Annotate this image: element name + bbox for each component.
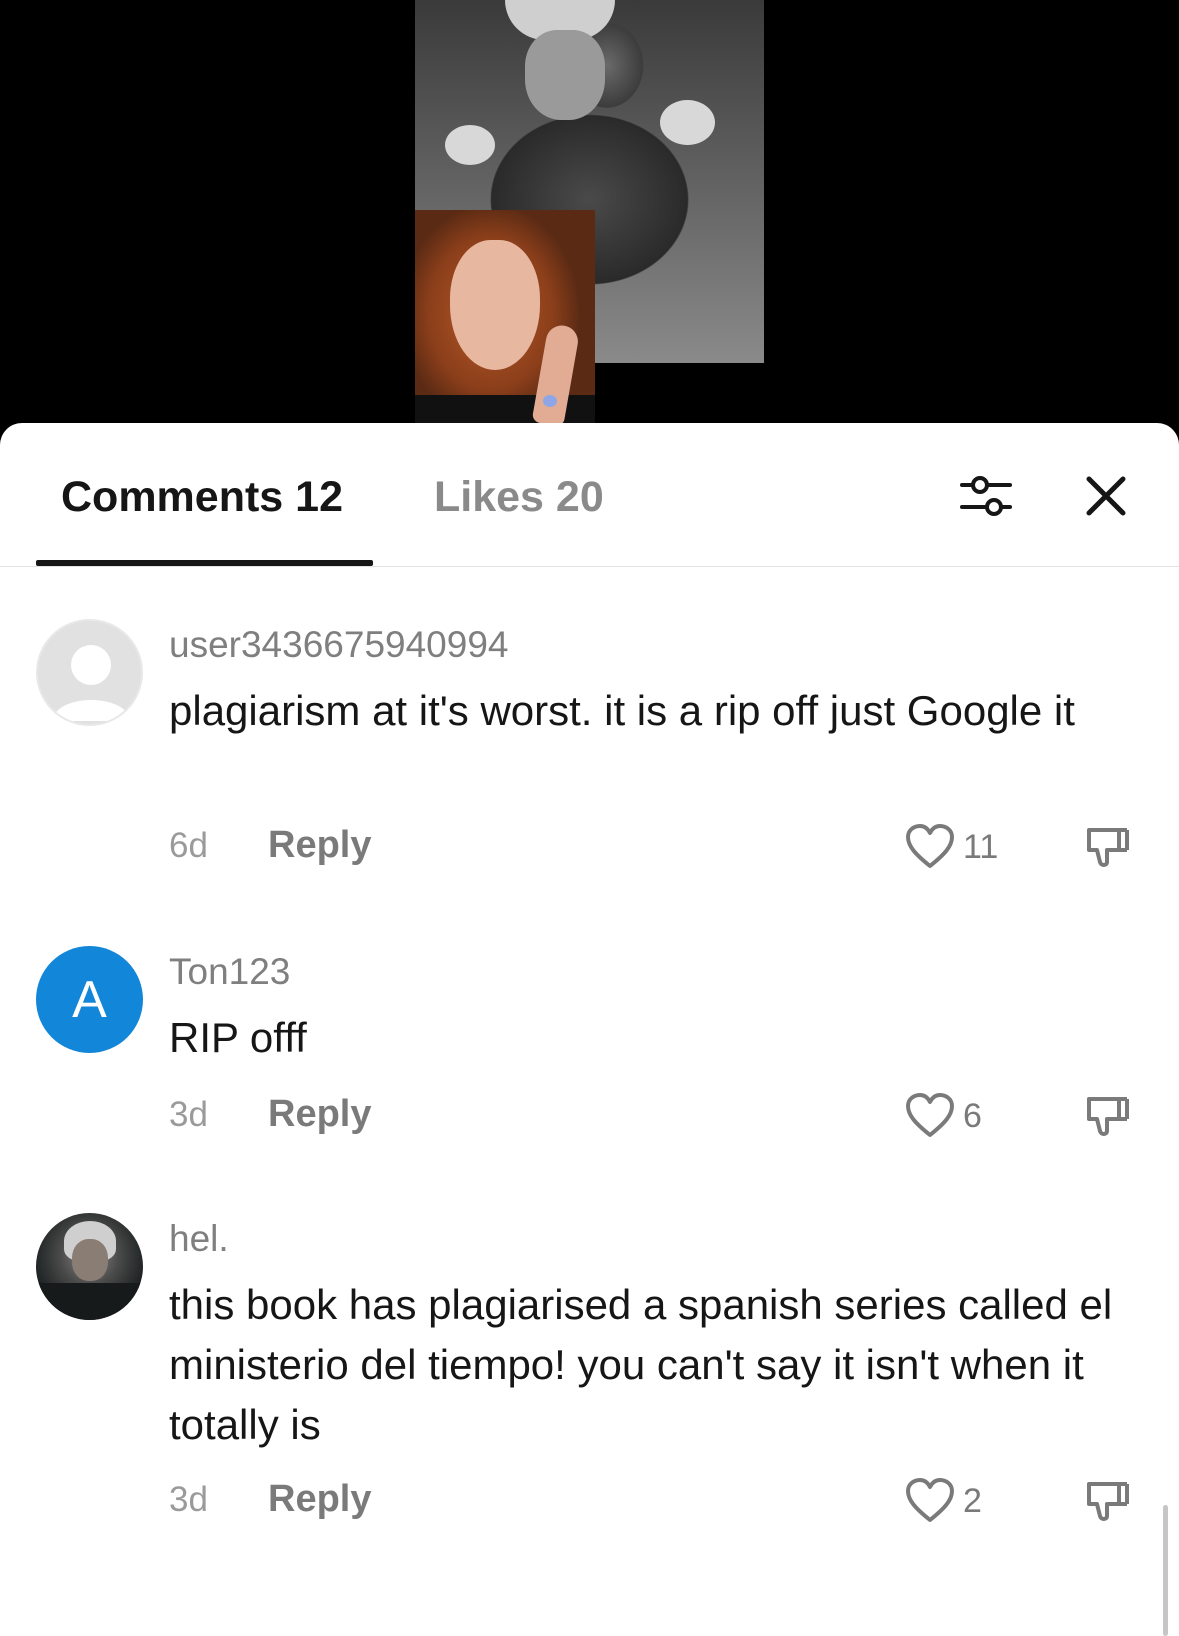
creator-video-image bbox=[415, 210, 595, 440]
video-player[interactable] bbox=[0, 0, 1179, 440]
thumbs-down-icon[interactable] bbox=[1085, 1093, 1131, 1139]
sliders-icon[interactable] bbox=[958, 471, 1014, 521]
active-tab-indicator bbox=[36, 560, 373, 566]
like-count: 6 bbox=[963, 1097, 982, 1135]
comment-text: plagiarism at it's worst. it is a rip of… bbox=[169, 687, 1075, 734]
tab-likes[interactable]: Likes 20 bbox=[434, 473, 604, 522]
reply-button[interactable]: Reply bbox=[268, 1093, 371, 1136]
thumbs-down-icon[interactable] bbox=[1085, 1478, 1131, 1524]
heart-icon[interactable] bbox=[905, 1093, 955, 1139]
heart-icon[interactable] bbox=[905, 1478, 955, 1524]
comment-time: 6d bbox=[169, 826, 208, 865]
avatar[interactable]: A bbox=[36, 946, 143, 1053]
comment-time: 3d bbox=[169, 1095, 208, 1134]
close-icon[interactable] bbox=[1081, 471, 1131, 521]
tab-comments[interactable]: Comments 12 bbox=[61, 473, 343, 522]
sheet-tabs: Comments 12 Likes 20 bbox=[0, 423, 1179, 567]
like-count: 2 bbox=[963, 1482, 982, 1520]
comment-username[interactable]: user3436675940994 bbox=[169, 624, 509, 666]
thumbs-down-icon[interactable] bbox=[1085, 824, 1131, 870]
comment-username[interactable]: hel. bbox=[169, 1218, 229, 1260]
comment-text: RIP offf bbox=[169, 1014, 307, 1061]
scrollbar[interactable] bbox=[1163, 1505, 1168, 1636]
reply-button[interactable]: Reply bbox=[268, 1478, 371, 1521]
comment-text: this book has plagiarised a spanish seri… bbox=[169, 1281, 1113, 1448]
avatar[interactable] bbox=[36, 1213, 143, 1320]
default-user-icon bbox=[52, 645, 131, 721]
comment-username[interactable]: Ton123 bbox=[169, 951, 290, 993]
comment-time: 3d bbox=[169, 1480, 208, 1519]
reply-button[interactable]: Reply bbox=[268, 824, 371, 867]
avatar[interactable] bbox=[36, 619, 143, 726]
like-count: 11 bbox=[963, 828, 999, 866]
heart-icon[interactable] bbox=[905, 824, 955, 870]
avatar-letter: A bbox=[72, 970, 107, 1029]
